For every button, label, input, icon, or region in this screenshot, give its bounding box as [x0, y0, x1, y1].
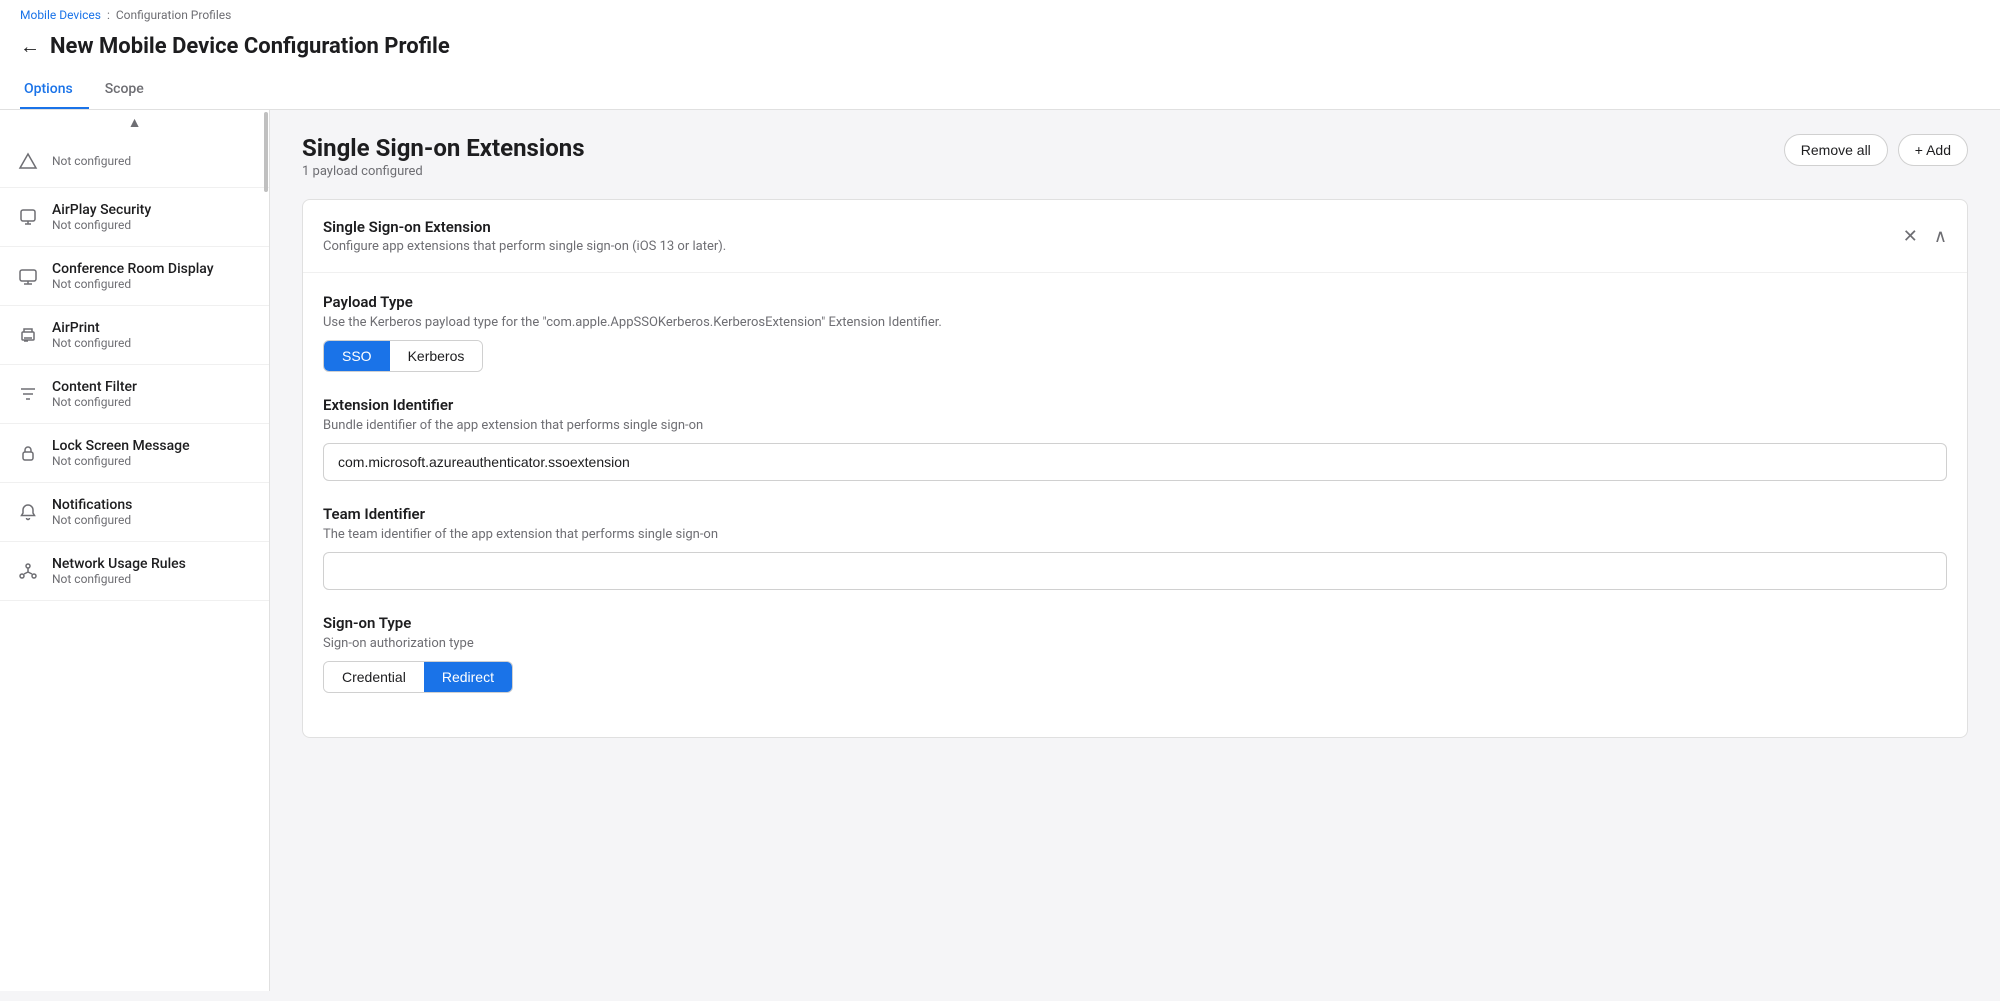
- sign-on-type-label: Sign-on Type: [323, 614, 1947, 632]
- team-identifier-input[interactable]: [323, 552, 1947, 590]
- page-title-row: ← New Mobile Device Configuration Profil…: [20, 26, 1980, 67]
- scroll-up-arrow[interactable]: ▲: [0, 110, 269, 135]
- payload-type-toggle: SSO Kerberos: [323, 340, 483, 372]
- team-identifier-field: Team Identifier The team identifier of t…: [323, 505, 1947, 590]
- sidebar-item-conference-room[interactable]: Conference Room Display Not configured: [0, 247, 269, 306]
- sidebar-item-status-airprint: Not configured: [52, 336, 131, 350]
- airplay-security-icon: [16, 205, 40, 229]
- unknown-icon: [16, 149, 40, 173]
- section-title: Single Sign-on Extensions: [302, 134, 585, 162]
- team-identifier-desc: The team identifier of the app extension…: [323, 527, 1947, 542]
- sidebar-item-unknown[interactable]: Not configured: [0, 135, 269, 188]
- breadcrumb-separator: :: [107, 8, 110, 22]
- payload-type-label: Payload Type: [323, 293, 1947, 311]
- breadcrumb: Mobile Devices : Configuration Profiles: [20, 8, 1980, 22]
- sidebar-item-status-notifications: Not configured: [52, 513, 132, 527]
- sidebar-item-notifications[interactable]: Notifications Not configured: [0, 483, 269, 542]
- sidebar-item-name-conference-room: Conference Room Display: [52, 261, 214, 277]
- team-identifier-label: Team Identifier: [323, 505, 1947, 523]
- sidebar-item-airplay-security[interactable]: AirPlay Security Not configured: [0, 188, 269, 247]
- section-actions: Remove all + Add: [1784, 134, 1968, 166]
- card-title: Single Sign-on Extension: [323, 218, 726, 236]
- sidebar-item-status-lock-screen: Not configured: [52, 454, 190, 468]
- extension-identifier-input[interactable]: [323, 443, 1947, 481]
- sidebar-item-status-network-usage: Not configured: [52, 572, 186, 586]
- sign-on-type-toggle: Credential Redirect: [323, 661, 513, 693]
- card-header-right: ✕ ∧: [1903, 227, 1947, 245]
- payload-type-field: Payload Type Use the Kerberos payload ty…: [323, 293, 1947, 372]
- section-header: Single Sign-on Extensions 1 payload conf…: [302, 134, 1968, 179]
- sidebar-scrollbar-thumb: [264, 112, 268, 192]
- sidebar-item-name-notifications: Notifications: [52, 497, 132, 513]
- sidebar-item-network-usage[interactable]: Network Usage Rules Not configured: [0, 542, 269, 601]
- payload-type-kerberos[interactable]: Kerberos: [390, 341, 483, 371]
- tab-scope[interactable]: Scope: [101, 71, 160, 109]
- sidebar-item-name-content-filter: Content Filter: [52, 379, 137, 395]
- network-usage-icon: [16, 559, 40, 583]
- notifications-icon: [16, 500, 40, 524]
- page-title: New Mobile Device Configuration Profile: [50, 26, 450, 67]
- card-desc: Configure app extensions that perform si…: [323, 239, 726, 254]
- sidebar-item-airprint[interactable]: AirPrint Not configured: [0, 306, 269, 365]
- sign-on-type-desc: Sign-on authorization type: [323, 636, 1947, 651]
- breadcrumb-parent[interactable]: Mobile Devices: [20, 8, 101, 22]
- extension-identifier-desc: Bundle identifier of the app extension t…: [323, 418, 1947, 433]
- breadcrumb-current: Configuration Profiles: [116, 8, 231, 22]
- sidebar-item-lock-screen[interactable]: Lock Screen Message Not configured: [0, 424, 269, 483]
- tabs-row: Options Scope: [20, 71, 1980, 109]
- section-title-block: Single Sign-on Extensions 1 payload conf…: [302, 134, 585, 179]
- back-button[interactable]: ←: [20, 37, 40, 57]
- sidebar-item-name-network-usage: Network Usage Rules: [52, 556, 186, 572]
- sidebar-item-name-airprint: AirPrint: [52, 320, 131, 336]
- sidebar-item-status-content-filter: Not configured: [52, 395, 137, 409]
- sidebar: ▲ Not configured AirPlay Security Not co…: [0, 110, 270, 991]
- payload-type-sso[interactable]: SSO: [324, 341, 390, 371]
- sidebar-item-name-lock-screen: Lock Screen Message: [52, 438, 190, 454]
- sign-on-type-field: Sign-on Type Sign-on authorization type …: [323, 614, 1947, 693]
- sign-on-type-redirect[interactable]: Redirect: [424, 662, 512, 692]
- card-header-left: Single Sign-on Extension Configure app e…: [323, 218, 726, 254]
- add-button[interactable]: + Add: [1898, 134, 1968, 166]
- sidebar-item-status-conference-room: Not configured: [52, 277, 214, 291]
- sidebar-scrollbar[interactable]: [263, 110, 269, 991]
- content-area: Single Sign-on Extensions 1 payload conf…: [270, 110, 2000, 991]
- sidebar-item-name-airplay-security: AirPlay Security: [52, 202, 151, 218]
- collapse-button[interactable]: ∧: [1934, 227, 1947, 245]
- extension-identifier-field: Extension Identifier Bundle identifier o…: [323, 396, 1947, 481]
- sidebar-item-status-airplay-security: Not configured: [52, 218, 151, 232]
- sso-extension-card: Single Sign-on Extension Configure app e…: [302, 199, 1968, 738]
- airprint-icon: [16, 323, 40, 347]
- payload-type-desc: Use the Kerberos payload type for the "c…: [323, 315, 1947, 330]
- top-bar: Mobile Devices : Configuration Profiles …: [0, 0, 2000, 110]
- section-sub: 1 payload configured: [302, 164, 585, 179]
- card-body: Payload Type Use the Kerberos payload ty…: [303, 273, 1967, 737]
- sidebar-item-status-unknown: Not configured: [52, 154, 131, 168]
- content-filter-icon: [16, 382, 40, 406]
- main-layout: ▲ Not configured AirPlay Security Not co…: [0, 110, 2000, 991]
- remove-all-button[interactable]: Remove all: [1784, 134, 1888, 166]
- extension-identifier-label: Extension Identifier: [323, 396, 1947, 414]
- sidebar-item-content-filter[interactable]: Content Filter Not configured: [0, 365, 269, 424]
- conference-room-icon: [16, 264, 40, 288]
- lock-screen-icon: [16, 441, 40, 465]
- tab-options[interactable]: Options: [20, 71, 89, 109]
- card-header: Single Sign-on Extension Configure app e…: [303, 200, 1967, 273]
- sign-on-type-credential[interactable]: Credential: [324, 662, 424, 692]
- close-button[interactable]: ✕: [1903, 227, 1918, 245]
